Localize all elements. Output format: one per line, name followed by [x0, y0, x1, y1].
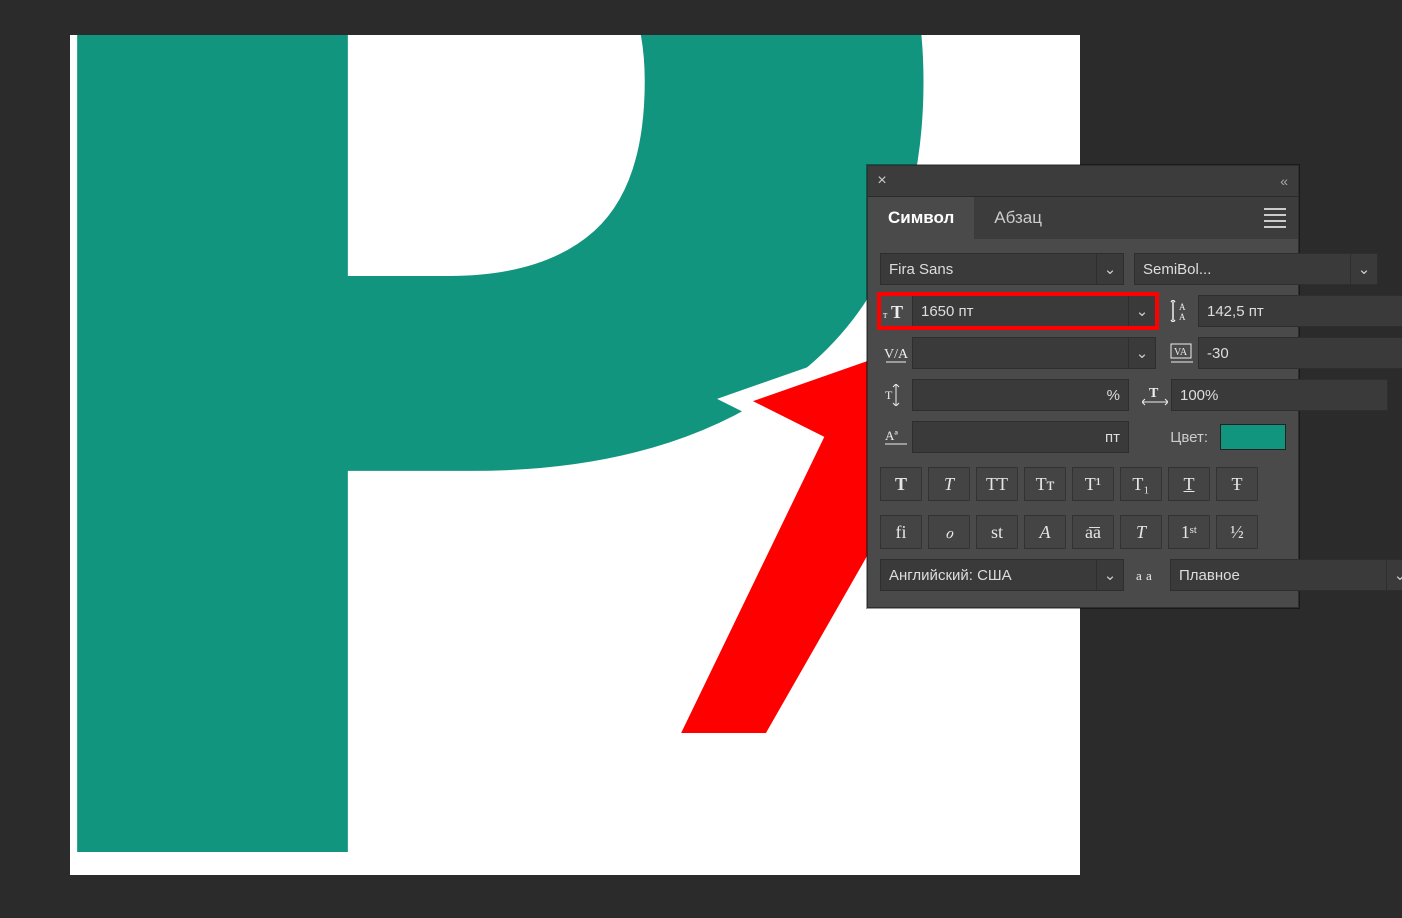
panel-tabs: Символ Абзац: [868, 197, 1298, 239]
font-size-group: тT ⌄: [880, 295, 1156, 327]
titling-alt-toggle[interactable]: T: [1120, 515, 1162, 549]
text-layer-letter[interactable]: P: [70, 35, 930, 875]
standard-ligatures-toggle[interactable]: fi: [880, 515, 922, 549]
chevron-down-icon[interactable]: ⌄: [1096, 560, 1123, 590]
font-family-input[interactable]: [881, 261, 1096, 278]
chevron-down-icon[interactable]: ⌄: [1128, 338, 1155, 368]
svg-text:a: a: [1136, 568, 1142, 583]
kerning-icon: V/A: [880, 338, 912, 368]
language-input[interactable]: [881, 567, 1096, 584]
svg-text:T: T: [1149, 386, 1159, 401]
leading-icon: AA: [1166, 296, 1198, 326]
tracking-group: VA ⌄: [1166, 337, 1402, 369]
font-family-select[interactable]: ⌄: [880, 253, 1124, 285]
text-color-swatch[interactable]: [1220, 424, 1286, 450]
baseline-input[interactable]: [913, 429, 1128, 446]
svg-text:T: T: [885, 388, 893, 402]
font-size-select[interactable]: ⌄: [912, 295, 1156, 327]
language-select[interactable]: ⌄: [880, 559, 1124, 591]
chevron-down-icon[interactable]: ⌄: [1096, 254, 1123, 284]
panel-menu-icon[interactable]: [1252, 208, 1298, 228]
baseline-input-box[interactable]: [912, 421, 1129, 453]
tracking-icon: VA: [1166, 338, 1198, 368]
antialias-select[interactable]: ⌄: [1170, 559, 1402, 591]
chevron-down-icon[interactable]: ⌄: [1350, 254, 1377, 284]
font-size-icon: тT: [880, 296, 912, 326]
opentype-toggles: fi ℴ st A a͞a T 1ˢᵗ ½: [880, 515, 1286, 549]
underline-toggle[interactable]: T: [1168, 467, 1210, 501]
superscript-toggle[interactable]: T¹: [1072, 467, 1114, 501]
svg-text:T: T: [891, 302, 903, 322]
font-style-select[interactable]: ⌄: [1134, 253, 1378, 285]
svg-text:VA: VA: [1174, 347, 1188, 358]
vscale-input-box[interactable]: [912, 379, 1129, 411]
small-caps-toggle[interactable]: Tᴛ: [1024, 467, 1066, 501]
contextual-alt-toggle[interactable]: ℴ: [928, 515, 970, 549]
svg-text:т: т: [883, 310, 888, 321]
faux-bold-toggle[interactable]: T: [880, 467, 922, 501]
hscale-group: T: [1139, 379, 1388, 411]
leading-select[interactable]: ⌄: [1198, 295, 1402, 327]
font-style-input[interactable]: [1135, 261, 1350, 278]
baseline-shift-icon: Aª: [880, 422, 912, 452]
antialias-icon: aa: [1134, 560, 1160, 590]
subscript-toggle[interactable]: T₁: [1120, 467, 1162, 501]
discretionary-ligatures-toggle[interactable]: st: [976, 515, 1018, 549]
antialias-input[interactable]: [1171, 567, 1386, 584]
font-size-input[interactable]: [913, 303, 1128, 320]
svg-text:a: a: [1146, 568, 1152, 583]
ordinals-toggle[interactable]: 1ˢᵗ: [1168, 515, 1210, 549]
character-panel: × « Символ Абзац ⌄ ⌄ тT: [867, 165, 1299, 608]
leading-group: AA ⌄: [1166, 295, 1402, 327]
tracking-input[interactable]: [1199, 345, 1402, 362]
svg-text:A: A: [1179, 312, 1186, 322]
kerning-input[interactable]: [913, 345, 1128, 362]
svg-text:Aª: Aª: [885, 428, 898, 443]
svg-text:V/A: V/A: [884, 347, 909, 362]
svg-text:A: A: [1179, 302, 1186, 312]
hscale-input[interactable]: [1172, 387, 1387, 404]
strikethrough-toggle[interactable]: Ŧ: [1216, 467, 1258, 501]
panel-body: ⌄ ⌄ тT ⌄ AA: [868, 239, 1298, 607]
stylistic-alt-toggle[interactable]: a͞a: [1072, 515, 1114, 549]
tracking-select[interactable]: ⌄: [1198, 337, 1402, 369]
close-icon[interactable]: ×: [868, 172, 896, 190]
vscale-group: T: [880, 379, 1129, 411]
type-style-toggles: T T TT Tᴛ T¹ T₁ T Ŧ: [880, 467, 1286, 501]
leading-input[interactable]: [1199, 303, 1402, 320]
tab-paragraph[interactable]: Абзац: [974, 197, 1062, 239]
vertical-scale-icon: T: [880, 380, 912, 410]
vscale-input[interactable]: [913, 387, 1128, 404]
text-color-group: Цвет:: [1139, 424, 1286, 450]
kerning-select[interactable]: ⌄: [912, 337, 1156, 369]
collapse-icon[interactable]: «: [1270, 173, 1298, 189]
kerning-group: V/A ⌄: [880, 337, 1156, 369]
fractions-toggle[interactable]: ½: [1216, 515, 1258, 549]
hscale-input-box[interactable]: [1171, 379, 1388, 411]
baseline-group: Aª: [880, 421, 1129, 453]
chevron-down-icon[interactable]: ⌄: [1386, 560, 1402, 590]
tab-character[interactable]: Символ: [868, 197, 974, 239]
text-color-label: Цвет:: [1170, 429, 1208, 446]
chevron-down-icon[interactable]: ⌄: [1128, 296, 1155, 326]
all-caps-toggle[interactable]: TT: [976, 467, 1018, 501]
swash-toggle[interactable]: A: [1024, 515, 1066, 549]
horizontal-scale-icon: T: [1139, 380, 1171, 410]
panel-titlebar: × «: [868, 166, 1298, 197]
faux-italic-toggle[interactable]: T: [928, 467, 970, 501]
